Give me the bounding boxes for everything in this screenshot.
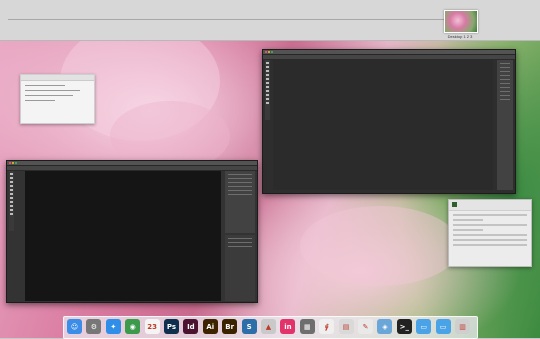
dialog-text-line [453,219,483,221]
trash-icon[interactable]: ▥ [455,319,470,334]
ps-panel-top[interactable] [225,171,255,233]
indesign-icon[interactable]: Id [183,319,199,334]
dock: ☺ ⚙ ✦ ◉ 23 Ps Id Ai Br S ▲ in ▦ ⨚ ▤ ✎ ◈ >_ ▭ ▭ ▥ [63,316,478,339]
system-preferences-icon[interactable]: ⚙ [86,319,102,334]
ps-panel-dock[interactable] [497,60,513,190]
spaces-divider [8,19,474,20]
dialog-text-line [453,229,483,231]
acrobat-icon[interactable]: ⨚ [319,319,335,334]
calendar-icon[interactable]: 23 [144,319,160,334]
bridge-icon[interactable]: Br [222,319,238,334]
zoom-icon[interactable] [15,162,17,164]
ps-panel-layers[interactable] [225,235,255,301]
illustrator-icon[interactable]: Ai [202,319,218,334]
dialog-text-line [453,214,527,216]
notes-text-line [25,95,73,96]
app-logo-icon [452,202,457,207]
dialog-field[interactable] [453,239,527,241]
notes-window[interactable] [20,74,95,124]
documents-folder-icon[interactable]: ▭ [435,319,451,334]
spaces-bar: Desktop 1 2 3 [0,0,540,41]
chrome-icon[interactable]: ◉ [125,319,141,334]
minimize-icon[interactable] [268,51,270,53]
notes-text-line [25,100,55,101]
rocket-icon[interactable]: ▲ [261,319,276,334]
notes-titlebar[interactable] [21,75,94,81]
invision-icon[interactable]: in [280,319,296,334]
textedit-icon[interactable]: ✎ [358,319,373,334]
ps-canvas-area[interactable] [273,60,493,190]
close-icon[interactable] [265,51,267,53]
dialog-field[interactable] [453,244,527,246]
finder-icon[interactable]: ☺ [67,319,82,334]
dialog-field[interactable] [453,234,527,236]
minimize-icon[interactable] [12,162,14,164]
notes-text-line [25,85,65,86]
sublime-icon[interactable]: S [241,319,257,334]
photoshop-icon[interactable]: Ps [164,319,179,334]
ps-canvas-area[interactable] [25,171,221,301]
installer-dialog[interactable] [448,199,532,267]
mission-control-icon[interactable]: ▦ [299,319,315,334]
zoom-icon[interactable] [271,51,273,53]
close-icon[interactable] [9,162,11,164]
dialog-text-line [453,224,527,226]
applications-folder-icon[interactable]: ▭ [416,319,432,334]
photoshop-window-bottom[interactable] [6,160,258,303]
ps-toolbar[interactable] [9,171,14,231]
notes-text-line [25,90,80,91]
desktop-wallpaper [0,41,540,338]
photoshop-window-top[interactable] [262,49,516,194]
desktop-space-thumbnail[interactable] [444,10,478,33]
preview-icon[interactable]: ◈ [377,319,393,334]
wallpaper-petal [300,206,460,286]
terminal-icon[interactable]: >_ [396,319,412,334]
ps-toolbar[interactable] [265,60,270,120]
archive-utility-icon[interactable]: ▤ [338,319,354,334]
safari-icon[interactable]: ✦ [105,319,121,334]
dialog-header [449,200,531,211]
desktop-space-label: Desktop 1 2 3 [447,34,473,39]
